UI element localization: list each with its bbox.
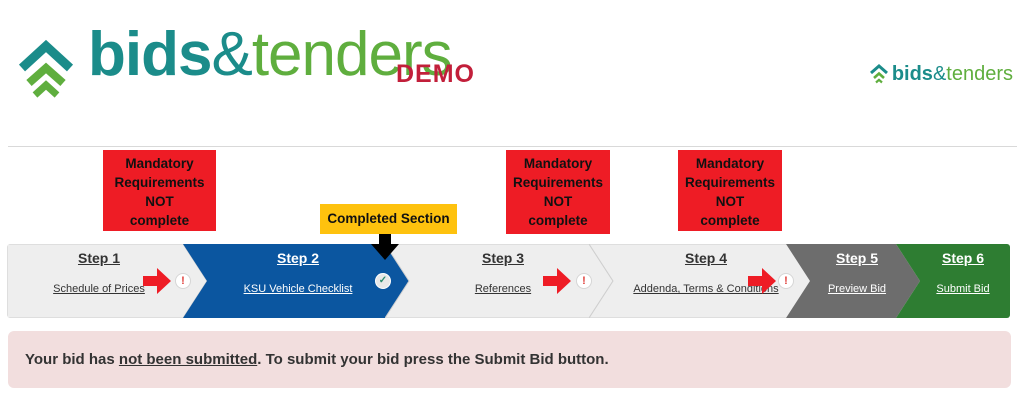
step-6-submit-bid[interactable]: Step 6 Submit Bid xyxy=(896,244,1010,318)
notice-text-after: . To submit your bid press the Submit Bi… xyxy=(257,351,609,368)
chevron-up-logo-icon xyxy=(18,39,74,98)
completed-section-callout: Completed Section xyxy=(320,204,457,234)
notice-emphasis: not been submitted xyxy=(118,351,258,368)
small-logo-wordmark: bids&tenders xyxy=(891,63,1013,85)
step-3-references[interactable]: Step 3 References ! xyxy=(385,244,613,318)
mandatory-callout-step4: Mandatory Requirements NOT complete xyxy=(678,150,782,231)
demo-label: DEMO xyxy=(396,60,475,88)
step-6-title[interactable]: Step 6 xyxy=(916,250,1010,266)
mandatory-callout-step1: Mandatory Requirements NOT complete xyxy=(103,150,216,231)
step-4-addenda-terms-conditions[interactable]: Step 4 Addenda, Terms & Conditions ! xyxy=(589,244,811,318)
step-6-label[interactable]: Submit Bid xyxy=(916,283,1010,295)
red-right-arrow-icon xyxy=(748,268,776,294)
mandatory-callout-step3: Mandatory Requirements NOT complete xyxy=(506,150,610,234)
notice-text-before: Your bid has xyxy=(25,351,119,368)
bids-and-tenders-small-logo: bids&tenders xyxy=(869,64,1013,84)
step-4-title[interactable]: Step 4 xyxy=(601,250,811,266)
header-divider xyxy=(8,146,1017,147)
step-3-title[interactable]: Step 3 xyxy=(393,250,613,266)
red-right-arrow-icon xyxy=(143,268,171,294)
down-arrow-icon xyxy=(371,234,399,260)
red-right-arrow-icon xyxy=(543,268,571,294)
chevron-up-small-logo-icon xyxy=(869,64,888,84)
step-1-title[interactable]: Step 1 xyxy=(7,250,191,266)
step-1-schedule-of-prices[interactable]: Step 1 Schedule of Prices ! xyxy=(7,244,207,318)
bid-not-submitted-alert: Your bid has not been submitted. To subm… xyxy=(8,331,1011,388)
